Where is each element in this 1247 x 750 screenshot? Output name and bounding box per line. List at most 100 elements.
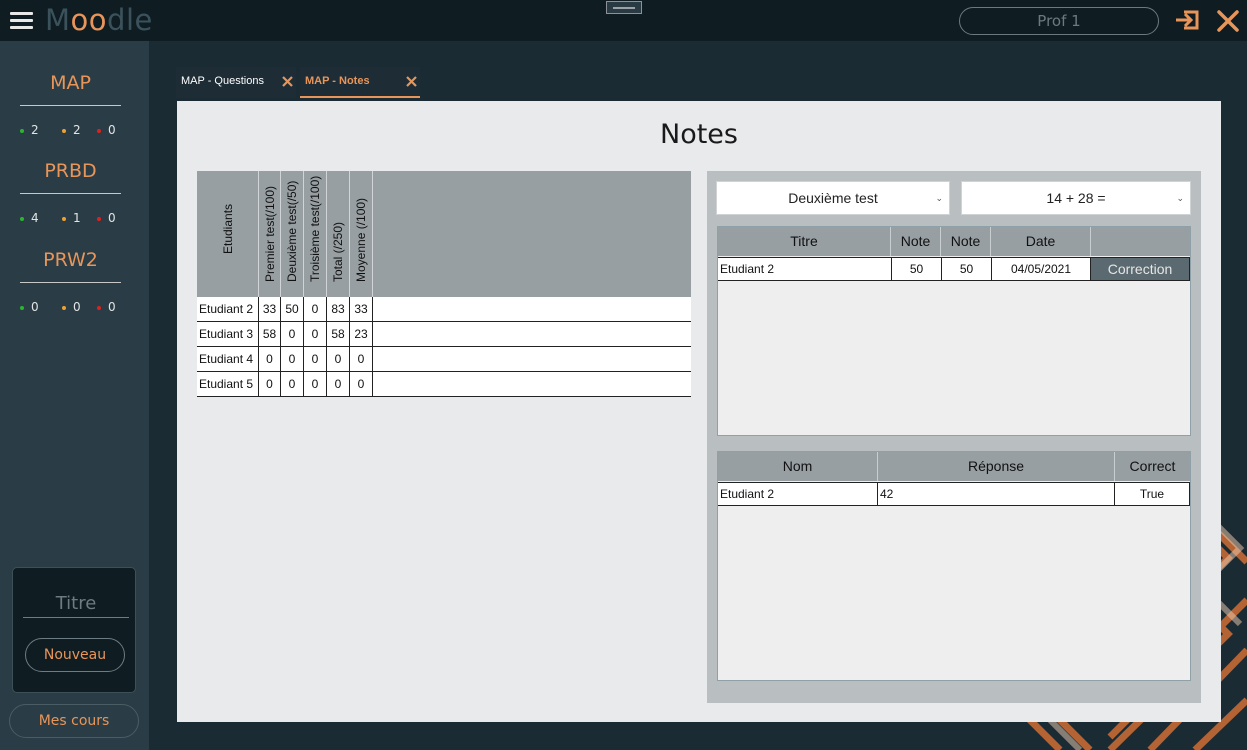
green-dot-icon (20, 128, 24, 133)
red-dot-icon (97, 128, 101, 133)
detail-panel: Deuxième test ⌄ 14 + 28 = ⌄ Titre Note N… (707, 171, 1201, 703)
close-icon[interactable] (1216, 9, 1240, 33)
stat-orange: 0 (62, 300, 81, 314)
column-header-test2[interactable]: Deuxième test(/50) (281, 171, 304, 297)
divider (20, 282, 121, 283)
sidebar: MAP 2 2 0 PRBD 4 1 0 PRW2 0 0 0 Titre No… (0, 41, 149, 750)
stat-value: 1 (73, 211, 81, 225)
stat-value: 0 (108, 123, 116, 137)
orange-dot-icon (62, 305, 66, 310)
tab-map-notes[interactable]: MAP - Notes (300, 67, 420, 98)
attempt-note-cell[interactable]: 50 (942, 257, 992, 281)
grade-cell: 23 (350, 322, 373, 346)
grade-cell: 58 (259, 322, 281, 346)
grade-cell: 0 (259, 347, 281, 371)
answer-value-cell[interactable]: 42 (878, 482, 1115, 506)
column-header-title[interactable]: Titre (718, 227, 891, 256)
user-name-display[interactable]: Prof 1 (959, 7, 1159, 35)
divider (20, 105, 121, 106)
column-header-answer[interactable]: Réponse (878, 452, 1115, 481)
grade-cell: 50 (281, 297, 304, 321)
table-row[interactable]: Etudiant 2 33 50 0 83 33 (197, 297, 691, 322)
column-header-average[interactable]: Moyenne (/100) (350, 171, 373, 297)
grade-cell: 0 (281, 347, 304, 371)
grade-cell: 58 (327, 322, 350, 346)
attempt-title-cell[interactable]: Etudiant 2 (718, 257, 892, 281)
select-value: Deuxième test (788, 190, 878, 206)
column-header-correct[interactable]: Correct (1115, 452, 1190, 481)
logout-icon[interactable] (1175, 9, 1201, 31)
stat-value: 0 (108, 300, 116, 314)
chevron-down-icon: ⌄ (935, 193, 943, 203)
grade-cell: 0 (350, 347, 373, 371)
header-label: Moyenne (/100) (354, 197, 368, 282)
stat-value: 4 (31, 211, 39, 225)
attempt-date-cell[interactable]: 04/05/2021 (992, 257, 1091, 281)
header-label: Deuxième test(/50) (285, 180, 299, 282)
course-title[interactable]: PRBD (20, 157, 121, 185)
new-course-title-field[interactable]: Titre (23, 593, 129, 618)
table-row[interactable]: Etudiant 5 0 0 0 0 0 (197, 372, 691, 397)
stat-value: 0 (73, 300, 81, 314)
orange-dot-icon (62, 128, 66, 133)
student-name-cell: Etudiant 5 (197, 372, 259, 396)
column-header-test1[interactable]: Premier test(/100) (259, 171, 281, 297)
header-label: Etudiants (220, 203, 235, 254)
student-name-cell: Etudiant 2 (197, 297, 259, 321)
column-header-filler (373, 171, 691, 297)
stat-value: 0 (108, 211, 116, 225)
grade-cell: 33 (259, 297, 281, 321)
correction-button[interactable]: Correction (1091, 257, 1190, 281)
table-row[interactable]: Etudiant 3 58 0 0 58 23 (197, 322, 691, 347)
answer-name-cell[interactable]: Etudiant 2 (718, 482, 878, 506)
course-prw2[interactable]: PRW2 (20, 246, 121, 283)
answers-grid: Nom Réponse Correct Etudiant 2 42 True (717, 451, 1191, 681)
hamburger-icon[interactable] (10, 12, 33, 29)
student-name-cell: Etudiant 3 (197, 322, 259, 346)
column-header-note[interactable]: Note (891, 227, 941, 256)
new-course-button[interactable]: Nouveau (25, 638, 125, 672)
answer-correct-cell[interactable]: True (1115, 482, 1190, 506)
student-name-cell: Etudiant 4 (197, 347, 259, 371)
test-select[interactable]: Deuxième test ⌄ (716, 181, 950, 215)
logo-m: M (45, 3, 71, 37)
divider (20, 193, 121, 194)
close-icon[interactable] (406, 76, 417, 87)
course-map[interactable]: MAP (20, 69, 121, 106)
my-courses-button[interactable]: Mes cours (9, 704, 139, 738)
attempts-grid: Titre Note Note Date Etudiant 2 50 50 04… (717, 226, 1191, 436)
column-header-students[interactable]: Etudiants (197, 171, 259, 297)
notes-view: Notes Etudiants Premier test(/100) Deuxi… (177, 101, 1221, 722)
stat-green: 4 (20, 211, 39, 225)
table-row[interactable]: Etudiant 4 0 0 0 0 0 (197, 347, 691, 372)
close-icon[interactable] (282, 76, 293, 87)
column-header-action (1091, 227, 1190, 256)
green-dot-icon (20, 305, 24, 310)
column-header-total[interactable]: Total (/250) (327, 171, 350, 297)
app-logo: Moodle (45, 2, 153, 38)
course-title[interactable]: MAP (20, 69, 121, 97)
stat-value: 2 (31, 123, 39, 137)
grade-cell: 33 (350, 297, 373, 321)
orange-dot-icon (62, 216, 66, 221)
stat-orange: 2 (62, 123, 81, 137)
question-select[interactable]: 14 + 28 = ⌄ (961, 181, 1191, 215)
course-prbd[interactable]: PRBD (20, 157, 121, 194)
tab-map-questions[interactable]: MAP - Questions (176, 67, 296, 98)
grade-cell: 83 (327, 297, 350, 321)
logo-oo: oo (70, 3, 108, 37)
header-label: Total (/250) (331, 221, 345, 282)
stat-red: 0 (97, 123, 116, 137)
grade-cell: 0 (327, 347, 350, 371)
column-header-note[interactable]: Note (941, 227, 991, 256)
column-header-name[interactable]: Nom (718, 452, 878, 481)
column-header-test3[interactable]: Troisième test(/100) (304, 171, 327, 297)
course-title[interactable]: PRW2 (20, 246, 121, 274)
column-header-date[interactable]: Date (991, 227, 1091, 256)
attempt-note-cell[interactable]: 50 (892, 257, 942, 281)
grade-cell: 0 (327, 372, 350, 396)
stat-green: 2 (20, 123, 39, 137)
chevron-down-icon: ⌄ (1176, 193, 1184, 203)
window-drag-handle[interactable] (606, 1, 642, 14)
stat-orange: 1 (62, 211, 81, 225)
